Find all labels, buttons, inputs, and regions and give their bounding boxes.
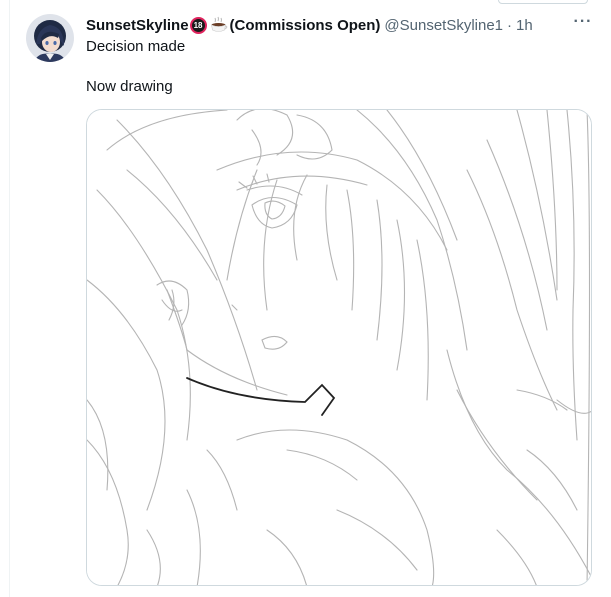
previous-tweet-button-stub[interactable]: [498, 0, 588, 4]
display-name-suffix[interactable]: (Commissions Open): [230, 17, 381, 34]
separator-dot: ·: [507, 16, 513, 34]
user-handle[interactable]: @SunsetSkyline1: [384, 17, 503, 34]
avatar-image: [26, 14, 74, 62]
coffee-cup-icon: [209, 16, 229, 34]
sketch-drawing: [87, 110, 591, 585]
display-name[interactable]: SunsetSkyline: [86, 17, 189, 34]
tweet-text-line-2: Now drawing: [86, 78, 173, 95]
tweet-media-image[interactable]: [86, 109, 592, 586]
avatar[interactable]: [26, 14, 74, 62]
timestamp[interactable]: 1h: [516, 17, 533, 34]
tweet-text-line-1: Decision made: [86, 38, 186, 55]
tweet-header: SunsetSkyline 18 (Commissions Open) @Sun…: [86, 14, 597, 36]
more-icon[interactable]: ···: [573, 14, 593, 34]
18-badge-icon: 18: [189, 16, 207, 34]
